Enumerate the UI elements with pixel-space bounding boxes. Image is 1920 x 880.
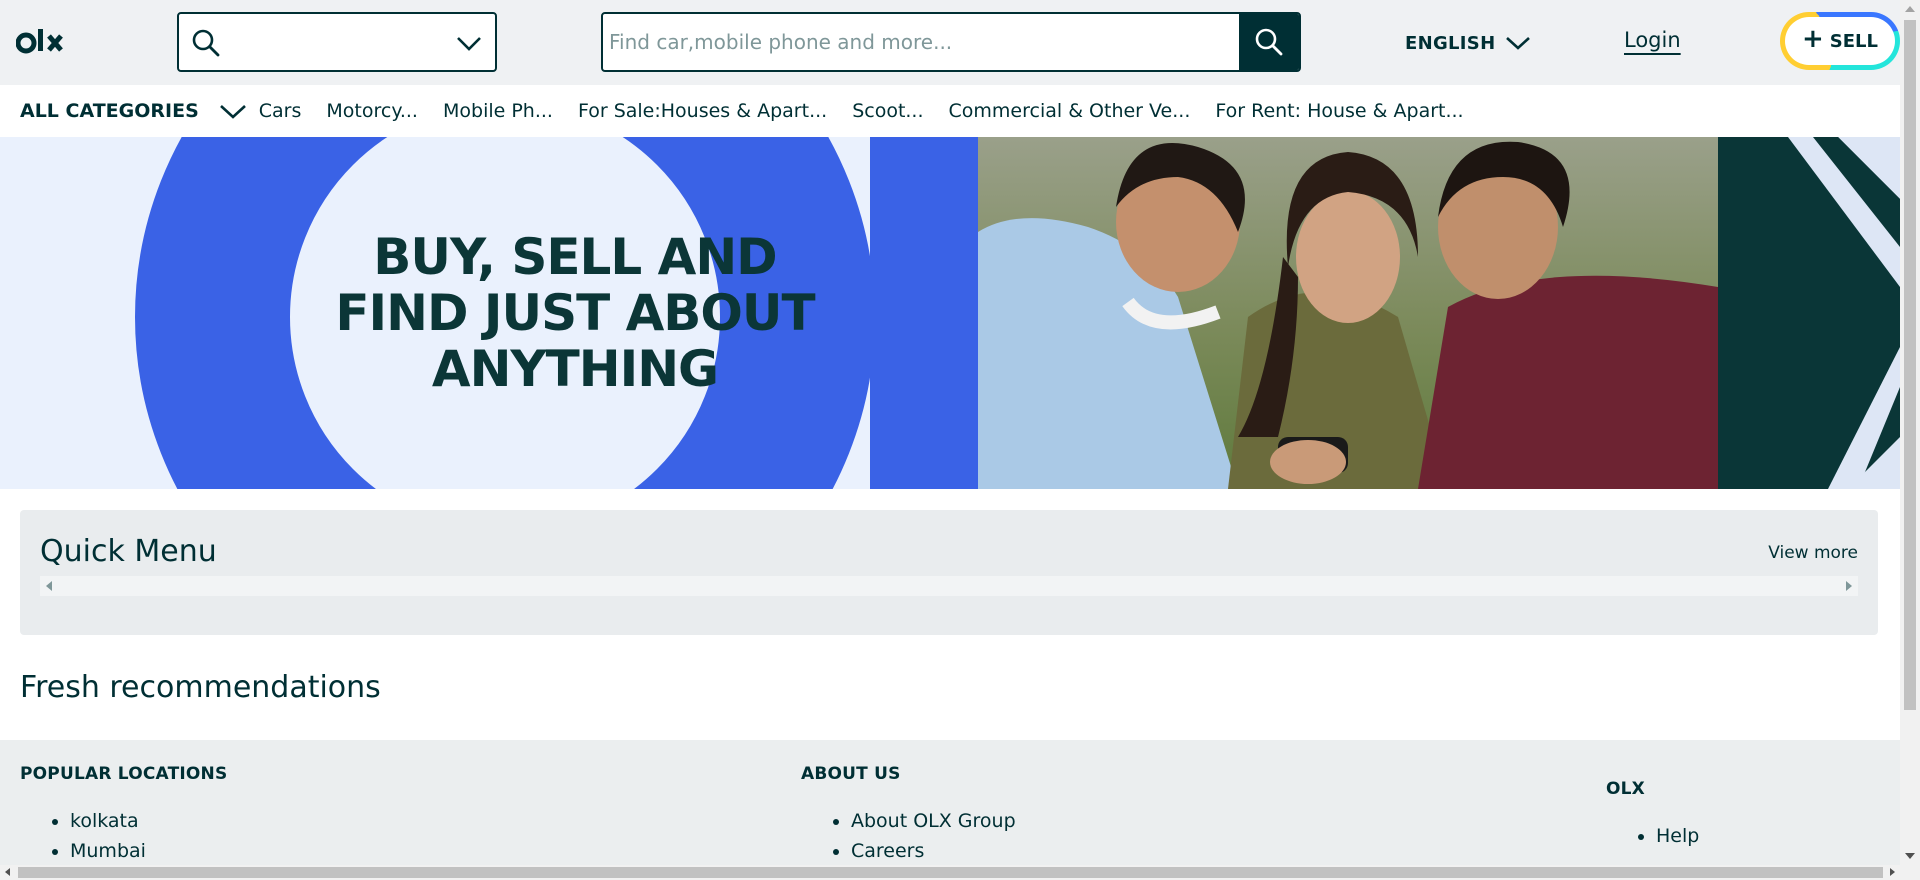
scrollbar-thumb[interactable] xyxy=(18,867,1883,878)
footer-link-help[interactable]: Help xyxy=(1656,821,1699,851)
quick-menu-title: Quick Menu xyxy=(40,534,217,569)
footer-olx: OLX Help xyxy=(1606,779,1699,851)
all-categories-toggle[interactable]: ALL CATEGORIES xyxy=(20,100,247,122)
location-selector[interactable] xyxy=(177,12,497,72)
footer-link-kolkata[interactable]: kolkata xyxy=(70,806,227,836)
search-icon xyxy=(1255,28,1283,56)
scrollbar-thumb[interactable] xyxy=(1904,20,1916,710)
language-label: ENGLISH xyxy=(1405,32,1496,54)
scroll-right-icon[interactable] xyxy=(1890,868,1895,876)
category-cars[interactable]: Cars xyxy=(259,100,302,122)
search-icon xyxy=(192,29,220,57)
sell-button[interactable]: + SELL xyxy=(1780,12,1900,70)
plus-icon: + xyxy=(1802,24,1824,54)
footer-heading: OLX xyxy=(1606,779,1645,799)
search-button[interactable] xyxy=(1239,14,1299,70)
hero-banner[interactable]: BUY, SELL AND FIND JUST ABOUT ANYTHING xyxy=(0,137,1900,489)
view-more-link[interactable]: View more xyxy=(1768,543,1858,563)
login-link[interactable]: Login xyxy=(1624,28,1681,52)
footer: POPULAR LOCATIONS kolkata Mumbai ABOUT U… xyxy=(0,740,1900,865)
footer-link-careers[interactable]: Careers xyxy=(851,836,1016,865)
footer-heading: ABOUT US xyxy=(801,764,901,784)
category-scooters[interactable]: Scoot... xyxy=(852,100,923,122)
category-houses-rent[interactable]: For Rent: House & Apart... xyxy=(1215,100,1463,122)
quick-menu-scroller[interactable] xyxy=(40,576,1858,596)
banner-dark-panel xyxy=(1718,137,1900,489)
sell-button-inner: + SELL xyxy=(1785,17,1895,65)
banner-graphic: BUY, SELL AND FIND JUST ABOUT ANYTHING xyxy=(0,137,978,489)
banner-headline-line: BUY, SELL AND xyxy=(373,228,777,286)
vertical-scrollbar[interactable] xyxy=(1900,0,1920,865)
banner-photo xyxy=(978,137,1718,489)
footer-list: About OLX Group Careers xyxy=(801,806,1016,865)
banner-stripes xyxy=(1788,137,1900,489)
chevron-down-icon xyxy=(1506,37,1531,50)
chevron-down-icon xyxy=(219,105,246,119)
footer-list: Help xyxy=(1606,821,1699,851)
scroll-left-icon[interactable] xyxy=(5,868,10,876)
scroll-up-icon[interactable] xyxy=(1905,6,1915,12)
footer-link-mumbai[interactable]: Mumbai xyxy=(70,836,227,865)
scroll-right-icon[interactable] xyxy=(1846,581,1852,591)
footer-list: kolkata Mumbai xyxy=(20,806,227,865)
fresh-recommendations-title: Fresh recommendations xyxy=(20,670,381,705)
banner-headline-line: ANYTHING xyxy=(431,340,719,398)
category-mobile-phones[interactable]: Mobile Ph... xyxy=(443,100,553,122)
banner-blue-strip xyxy=(870,137,978,489)
horizontal-scrollbar[interactable] xyxy=(0,865,1920,880)
footer-heading: POPULAR LOCATIONS xyxy=(20,764,228,784)
quick-menu: Quick Menu View more xyxy=(20,510,1878,635)
search-bar xyxy=(601,12,1301,72)
footer-popular-locations: POPULAR LOCATIONS kolkata Mumbai xyxy=(20,764,227,865)
banner-headline-line: FIND JUST ABOUT xyxy=(335,284,815,342)
category-houses-sale[interactable]: For Sale:Houses & Apart... xyxy=(578,100,827,122)
footer-about-us: ABOUT US About OLX Group Careers xyxy=(801,764,1016,865)
chevron-down-icon[interactable] xyxy=(455,30,483,56)
category-bar: ALL CATEGORIES Cars Motorcy... Mobile Ph… xyxy=(0,85,1900,137)
category-motorcycles[interactable]: Motorcy... xyxy=(326,100,418,122)
banner-headline: BUY, SELL AND FIND JUST ABOUT ANYTHING xyxy=(335,229,815,397)
olx-logo[interactable] xyxy=(16,26,72,58)
scroll-down-icon[interactable] xyxy=(1905,853,1915,859)
sell-label: SELL xyxy=(1829,30,1878,52)
scroll-left-icon[interactable] xyxy=(46,581,52,591)
all-categories-label: ALL CATEGORIES xyxy=(20,100,199,122)
search-input[interactable] xyxy=(603,14,1233,70)
footer-link-about-olx-group[interactable]: About OLX Group xyxy=(851,806,1016,836)
category-commercial-vehicles[interactable]: Commercial & Other Ve... xyxy=(949,100,1191,122)
language-selector[interactable]: ENGLISH xyxy=(1405,28,1531,58)
top-header: ENGLISH Login + SELL xyxy=(0,0,1900,85)
